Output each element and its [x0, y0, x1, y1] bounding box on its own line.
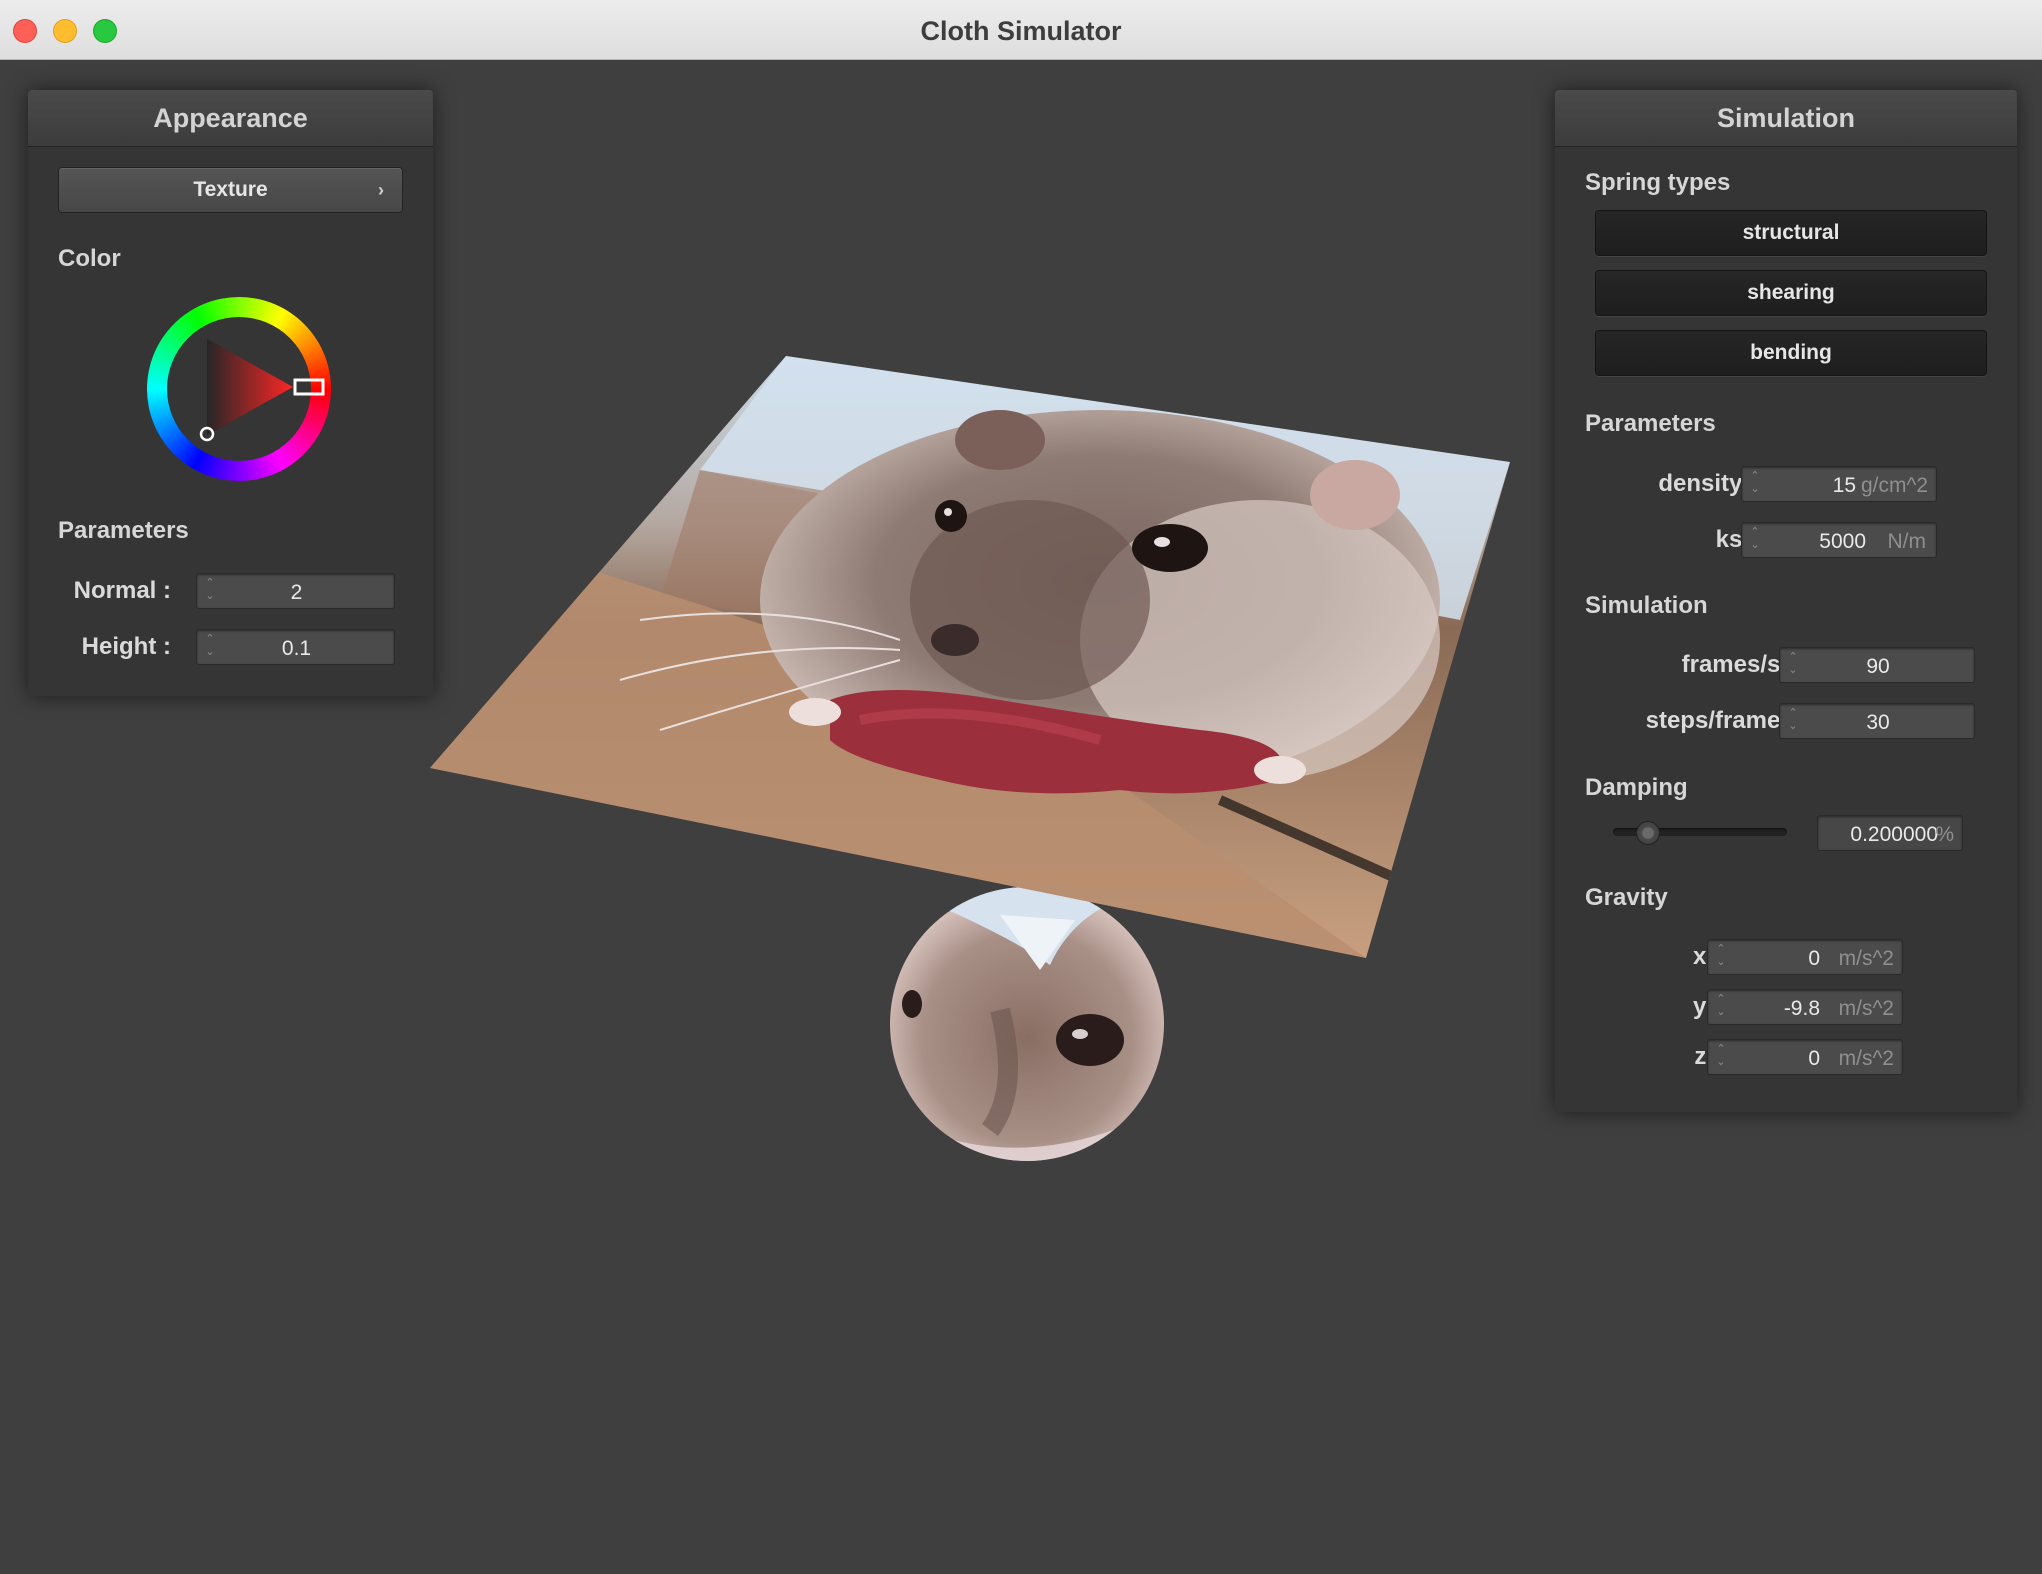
bending-spring-toggle[interactable]: bending — [1595, 330, 1987, 376]
gravity-z-value: 0 — [1808, 1047, 1820, 1070]
chevron-right-icon: › — [378, 180, 384, 200]
steps-per-frame-value: 30 — [1866, 711, 1890, 734]
density-unit: g/cm^2 — [1860, 474, 1928, 497]
cloth-mesh — [430, 356, 1510, 958]
texture-button-label: Texture — [193, 178, 268, 201]
height-input[interactable]: ⌃ ⌄ 0.1 — [196, 629, 395, 665]
ks-unit: N/m — [1887, 530, 1927, 553]
gravity-z-label: z : — [1694, 1043, 1721, 1070]
simulation-panel-title: Simulation — [1555, 90, 2017, 147]
normal-input[interactable]: ⌃ ⌄ 2 — [196, 573, 395, 609]
gravity-y-label: y : — [1692, 993, 1721, 1020]
ks-label: ks : — [1715, 526, 1757, 553]
gravity-y-unit: m/s^2 — [1838, 997, 1894, 1020]
gravity-y-input[interactable]: ⌃ ⌄ -9.8 m/s^2 — [1707, 989, 1903, 1025]
steps-per-frame-label: steps/frame : — [1645, 707, 1795, 734]
damping-value-box[interactable]: 0.200000 % — [1817, 815, 1963, 851]
gravity-x-input[interactable]: ⌃ ⌄ 0 m/s^2 — [1707, 939, 1903, 975]
spring-types-label: Spring types — [1585, 169, 1731, 196]
damping-label: Damping — [1585, 774, 1688, 801]
fps-label: frames/s : — [1681, 651, 1795, 678]
normal-label: Normal : — [73, 577, 171, 604]
damping-slider-handle[interactable] — [1636, 821, 1660, 845]
damping-unit: % — [1935, 823, 1954, 846]
gravity-x-value: 0 — [1808, 947, 1820, 970]
stepper-arrows-icon[interactable]: ⌃ ⌄ — [1748, 526, 1762, 552]
shearing-spring-toggle[interactable]: shearing — [1595, 270, 1987, 316]
stepper-arrows-icon[interactable]: ⌃ ⌄ — [1714, 943, 1728, 969]
gravity-z-input[interactable]: ⌃ ⌄ 0 m/s^2 — [1707, 1039, 1903, 1075]
density-input[interactable]: ⌃ ⌄ 15 g/cm^2 — [1741, 466, 1937, 502]
gravity-x-label: x : — [1692, 943, 1721, 970]
fps-input[interactable]: ⌃ ⌄ 90 — [1779, 647, 1975, 683]
appearance-panel: Appearance Texture › Color Parameters No… — [28, 90, 433, 696]
structural-spring-toggle[interactable]: structural — [1595, 210, 1987, 256]
gravity-z-unit: m/s^2 — [1838, 1047, 1894, 1070]
density-label: density : — [1658, 470, 1757, 497]
simulation-panel: Simulation Spring types structural shear… — [1555, 90, 2017, 1112]
height-label: Height : — [81, 633, 171, 660]
density-value: 15 — [1832, 474, 1856, 497]
steps-per-frame-input[interactable]: ⌃ ⌄ 30 — [1779, 703, 1975, 739]
simulation-parameters-label: Parameters — [1585, 410, 1716, 437]
gravity-label: Gravity — [1585, 884, 1668, 911]
stepper-arrows-icon[interactable]: ⌃ ⌄ — [1714, 1043, 1728, 1069]
damping-value: 0.200000 — [1850, 823, 1938, 846]
color-label: Color — [58, 245, 121, 272]
damping-slider[interactable] — [1613, 820, 1787, 845]
gravity-y-value: -9.8 — [1783, 997, 1820, 1020]
ks-input[interactable]: ⌃ ⌄ 5000 N/m — [1741, 522, 1937, 558]
fps-value: 90 — [1866, 655, 1890, 678]
stepper-arrows-icon[interactable]: ⌃ ⌄ — [1748, 470, 1762, 496]
collision-sphere — [890, 887, 1164, 1161]
normal-value: 2 — [290, 581, 303, 604]
gravity-x-unit: m/s^2 — [1838, 947, 1894, 970]
color-wheel[interactable] — [143, 293, 335, 485]
simulation-section-label: Simulation — [1585, 592, 1708, 619]
height-value: 0.1 — [281, 637, 312, 660]
ks-value: 5000 — [1819, 530, 1866, 553]
texture-button[interactable]: Texture › — [58, 167, 403, 213]
appearance-parameters-label: Parameters — [58, 517, 189, 544]
stepper-arrows-icon[interactable]: ⌃ ⌄ — [1714, 993, 1728, 1019]
appearance-panel-title: Appearance — [28, 90, 433, 147]
